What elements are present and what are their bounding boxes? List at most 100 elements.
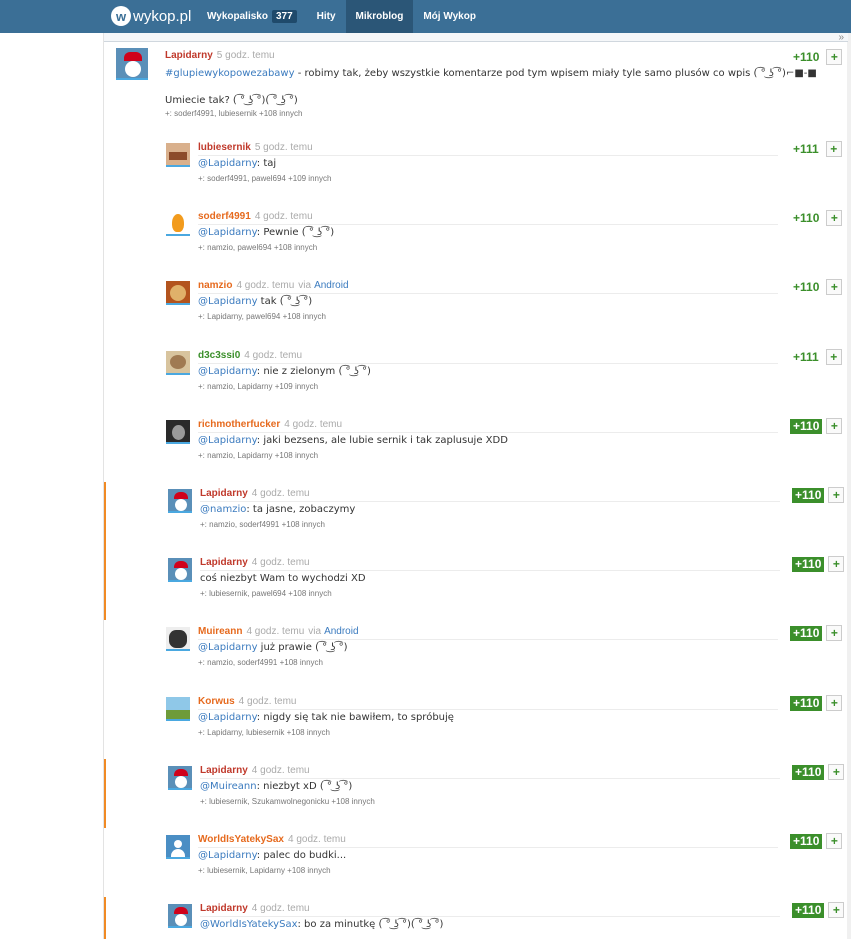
comment-author[interactable]: WorldIsYatekySax 4 godz. temu	[198, 834, 346, 845]
comment-voters[interactable]: +: lubiesernik, Lapidarny +108 innych	[198, 866, 331, 875]
comment-author[interactable]: Korwus 4 godz. temu	[198, 696, 296, 707]
avatar[interactable]	[168, 558, 192, 582]
avatar[interactable]	[166, 835, 190, 859]
plus-button[interactable]: +	[826, 210, 843, 226]
comment-author[interactable]: Lapidarny 4 godz. temu	[200, 903, 310, 914]
comment-time[interactable]: 4 godz. temu	[246, 626, 304, 637]
comment-text: @Lapidarny: nie z zielonym ( ͡° ͜ʖ ͡°)	[198, 366, 371, 377]
avatar[interactable]	[166, 420, 190, 444]
mention-link[interactable]: @Muireann	[200, 781, 257, 792]
comment-time[interactable]: 4 godz. temu	[236, 280, 294, 291]
comment-time[interactable]: 4 godz. temu	[252, 557, 310, 568]
comment-author[interactable]: Lapidarny 4 godz. temu	[200, 557, 310, 568]
mention-link[interactable]: @Lapidarny	[198, 366, 257, 377]
comment-time[interactable]: 4 godz. temu	[252, 765, 310, 776]
via-app-link[interactable]: Android	[314, 280, 348, 291]
divider	[198, 709, 778, 710]
comment-score: +110	[790, 695, 823, 711]
comment-time[interactable]: 4 godz. temu	[239, 696, 297, 707]
author-name: d3c3ssi0	[198, 350, 241, 361]
nav-hity[interactable]: Hity	[307, 0, 346, 33]
comment-author[interactable]: lubiesernik 5 godz. temu	[198, 142, 313, 153]
wykopalisko-count-badge: 377	[271, 10, 297, 23]
comment-voters[interactable]: +: Lapidarny, lubiesernik +108 innych	[198, 728, 330, 737]
plus-button[interactable]: +	[828, 764, 845, 780]
mention-link[interactable]: @Lapidarny	[198, 296, 258, 307]
comment-author[interactable]: Lapidarny 4 godz. temu	[200, 488, 310, 499]
avatar[interactable]	[116, 48, 148, 80]
mention-link[interactable]: @Lapidarny	[198, 227, 257, 238]
main-nav: Wykopalisko 377 Hity Mikroblog Mój Wykop	[197, 0, 486, 33]
comment-voters[interactable]: +: namzio, soderf4991 +108 innych	[200, 520, 325, 529]
comment-body: : taj	[256, 158, 277, 169]
comment-text: @Lapidarny już prawie ( ͡° ͜ʖ ͡°)	[198, 642, 348, 653]
comment-author[interactable]: richmotherfucker 4 godz. temu	[198, 419, 342, 430]
mention-link[interactable]: @Lapidarny	[198, 850, 257, 861]
mention-link[interactable]: @WorldIsYatekySax	[200, 919, 298, 930]
nav-mikroblog[interactable]: Mikroblog	[345, 0, 414, 33]
plus-button[interactable]: +	[828, 556, 845, 572]
avatar[interactable]	[168, 904, 192, 928]
vote-box: +111 +	[790, 349, 842, 365]
comment-voters[interactable]: +: namzio, Lapidarny +109 innych	[198, 382, 318, 391]
comment-voters[interactable]: +: lubiesernik, Szukamwolnegonicku +108 …	[200, 797, 375, 806]
nav-label: Hity	[316, 11, 336, 22]
comment-author[interactable]: d3c3ssi0 4 godz. temu	[198, 350, 302, 361]
plus-button[interactable]: +	[825, 141, 842, 157]
comment-voters[interactable]: +: soderf4991, pawel694 +109 innych	[198, 174, 331, 183]
comment-voters[interactable]: +: namzio, Lapidarny +108 innych	[198, 451, 318, 460]
plus-button[interactable]: +	[826, 418, 843, 434]
comment-voters[interactable]: +: namzio, soderf4991 +108 innych	[198, 658, 323, 667]
comment-voters[interactable]: +: lubiesernik, pawel694 +108 innych	[200, 589, 332, 598]
plus-button[interactable]: +	[826, 49, 843, 65]
divider	[200, 501, 780, 502]
plus-button[interactable]: +	[825, 349, 842, 365]
comment-time[interactable]: 4 godz. temu	[255, 211, 313, 222]
plus-button[interactable]: +	[826, 695, 843, 711]
comment-time[interactable]: 5 godz. temu	[255, 142, 313, 153]
comment-author[interactable]: namzio 4 godz. temu via Android	[198, 280, 349, 291]
comment-time[interactable]: 4 godz. temu	[288, 834, 346, 845]
comment-body: : nie z zielonym ( ͡° ͜ʖ ͡°)	[256, 366, 371, 377]
comment-score: +110	[793, 279, 820, 294]
comment-author[interactable]: soderf4991 4 godz. temu	[198, 211, 313, 222]
mention-link[interactable]: @Lapidarny	[198, 435, 257, 446]
avatar[interactable]	[166, 697, 190, 721]
hashtag-link[interactable]: #glupiewykopowezabawy	[165, 68, 295, 79]
avatar[interactable]	[166, 351, 190, 375]
entry-author[interactable]: Lapidarny 5 godz. temu	[165, 50, 275, 61]
comment-time[interactable]: 4 godz. temu	[244, 350, 302, 361]
mention-link[interactable]: @Lapidarny	[198, 712, 257, 723]
mention-link[interactable]: @Lapidarny	[198, 158, 257, 169]
comment-time[interactable]: 4 godz. temu	[252, 903, 310, 914]
comment-author[interactable]: Muireann 4 godz. temu via Android	[198, 626, 359, 637]
comment-time[interactable]: 4 godz. temu	[284, 419, 342, 430]
avatar[interactable]	[168, 766, 192, 790]
avatar[interactable]	[166, 281, 190, 305]
entry-time[interactable]: 5 godz. temu	[217, 50, 275, 61]
plus-button[interactable]: +	[828, 902, 845, 918]
avatar[interactable]	[166, 212, 190, 236]
avatar[interactable]	[168, 489, 192, 513]
plus-button[interactable]: +	[826, 833, 843, 849]
plus-button[interactable]: +	[828, 487, 845, 503]
nav-moj-wykop[interactable]: Mój Wykop	[413, 0, 486, 33]
top-navigation-bar: w wykop.pl Wykopalisko 377 Hity Mikroblo…	[0, 0, 851, 33]
comment-time[interactable]: 4 godz. temu	[252, 488, 310, 499]
nav-wykopalisko[interactable]: Wykopalisko 377	[197, 0, 307, 33]
mention-link[interactable]: @Lapidarny	[198, 642, 258, 653]
comment-author[interactable]: Lapidarny 4 godz. temu	[200, 765, 310, 776]
comment-score: +110	[793, 210, 820, 225]
wykop-logo[interactable]: w wykop.pl	[111, 4, 191, 28]
via-app-link[interactable]: Android	[324, 626, 358, 637]
comment-voters[interactable]: +: namzio, pawel694 +108 innych	[198, 243, 317, 252]
author-name: Korwus	[198, 696, 235, 707]
entry-text-line1: #glupiewykopowezabawy - robimy tak, żeby…	[165, 68, 817, 79]
plus-button[interactable]: +	[826, 279, 843, 295]
comment-voters[interactable]: +: Lapidarny, pawel694 +108 innych	[198, 312, 326, 321]
mention-link[interactable]: @namzio	[200, 504, 246, 515]
entry-voters[interactable]: +: soderf4991, lubiesernik +108 innych	[165, 109, 302, 118]
avatar[interactable]	[166, 143, 190, 167]
avatar[interactable]	[166, 627, 190, 651]
plus-button[interactable]: +	[826, 625, 843, 641]
